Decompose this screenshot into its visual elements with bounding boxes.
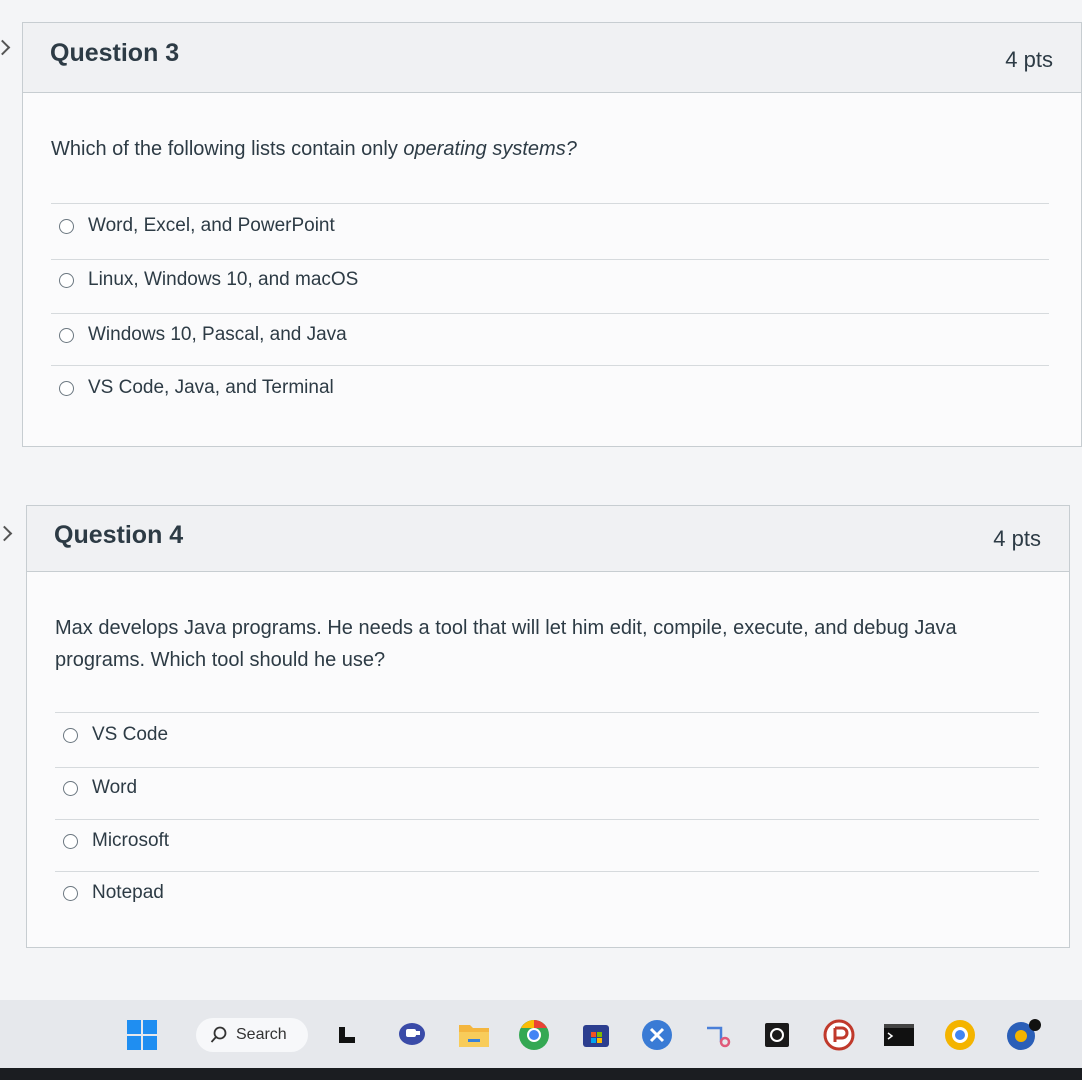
answer-label: VS Code — [92, 724, 169, 745]
radio-button[interactable] — [59, 272, 74, 288]
answer-divider — [55, 871, 1039, 872]
question-3-divider — [51, 203, 1049, 204]
answer-label: VS Code, Java, and Terminal — [88, 377, 334, 398]
question-4-header: Question 4 4 pts — [27, 506, 1069, 572]
snip-icon[interactable] — [702, 1018, 734, 1052]
question-3-header: Question 3 4 pts — [23, 23, 1081, 93]
answer-label: Notepad — [92, 882, 164, 903]
chrome-icon[interactable] — [517, 1018, 551, 1052]
question-3-answer-3[interactable]: Windows 10, Pascal, and Java — [59, 320, 347, 350]
taskbar-edge — [0, 1068, 1082, 1080]
question-3-prompt: Which of the following lists contain onl… — [51, 133, 577, 165]
quiz-page: Question 3 4 pts Which of the following … — [0, 0, 1082, 1000]
radio-button[interactable] — [59, 327, 74, 343]
answer-label: Microsoft — [92, 830, 170, 851]
question-4-card: Question 4 4 pts Max develops Java progr… — [26, 505, 1070, 948]
question-4-prompt-line-1: Max develops Java programs. He needs a t… — [55, 617, 957, 639]
answer-divider — [51, 259, 1049, 260]
file-explorer-icon[interactable] — [334, 1018, 360, 1052]
chrome-alt-icon[interactable] — [943, 1018, 977, 1052]
question-4-answer-4[interactable]: Notepad — [63, 878, 164, 908]
question-3-prompt-emphasis: operating systems? — [403, 138, 577, 160]
app-icon[interactable] — [640, 1018, 674, 1052]
answer-divider — [55, 819, 1039, 820]
app-badge-icon[interactable] — [1003, 1018, 1043, 1052]
answer-label: Word, Excel, and PowerPoint — [88, 215, 335, 236]
question-4-points: 4 pts — [993, 526, 1041, 551]
question-4-divider — [55, 712, 1039, 713]
answer-label: Word — [92, 777, 138, 798]
radio-button[interactable] — [63, 727, 78, 743]
windows-start-icon[interactable] — [125, 1018, 159, 1052]
answer-divider — [55, 767, 1039, 768]
question-4-answer-3[interactable]: Microsoft — [63, 826, 169, 856]
chat-icon[interactable] — [395, 1018, 429, 1052]
terminal-icon[interactable] — [882, 1018, 916, 1052]
question-3-answer-4[interactable]: VS Code, Java, and Terminal — [59, 373, 334, 403]
chevron-right-icon[interactable] — [0, 525, 13, 542]
question-4-prompt: Max develops Java programs. He needs a t… — [55, 612, 1055, 676]
search-label: Search — [236, 1026, 287, 1043]
question-4-answer-2[interactable]: Word — [63, 773, 137, 803]
camera-icon[interactable] — [762, 1018, 792, 1052]
app-red-icon[interactable] — [822, 1018, 856, 1052]
answer-label: Windows 10, Pascal, and Java — [88, 324, 347, 345]
question-3-card: Question 3 4 pts Which of the following … — [22, 22, 1082, 447]
radio-button[interactable] — [59, 380, 74, 396]
answer-divider — [51, 365, 1049, 366]
question-4-title: Question 4 — [54, 521, 184, 549]
radio-button[interactable] — [63, 833, 78, 849]
question-4-prompt-line-2: programs. Which tool should he use? — [55, 649, 386, 671]
taskbar-search-box[interactable]: Search — [196, 1018, 308, 1052]
radio-button[interactable] — [63, 780, 78, 796]
radio-button[interactable] — [63, 885, 78, 901]
question-3-prompt-text: Which of the following lists contain onl… — [51, 138, 404, 160]
answer-divider — [51, 313, 1049, 314]
question-3-answer-2[interactable]: Linux, Windows 10, and macOS — [59, 265, 358, 295]
question-3-points: 4 pts — [1005, 47, 1053, 72]
answer-label: Linux, Windows 10, and macOS — [88, 269, 359, 290]
taskbar: Search — [0, 1000, 1082, 1080]
store-icon[interactable] — [580, 1018, 612, 1052]
folder-icon[interactable] — [457, 1018, 491, 1052]
question-3-answer-1[interactable]: Word, Excel, and PowerPoint — [59, 211, 335, 241]
radio-button[interactable] — [59, 218, 74, 234]
question-4-answer-1[interactable]: VS Code — [63, 720, 168, 750]
search-icon — [210, 1026, 227, 1043]
question-3-title: Question 3 — [50, 39, 180, 67]
chevron-right-icon[interactable] — [0, 39, 11, 56]
